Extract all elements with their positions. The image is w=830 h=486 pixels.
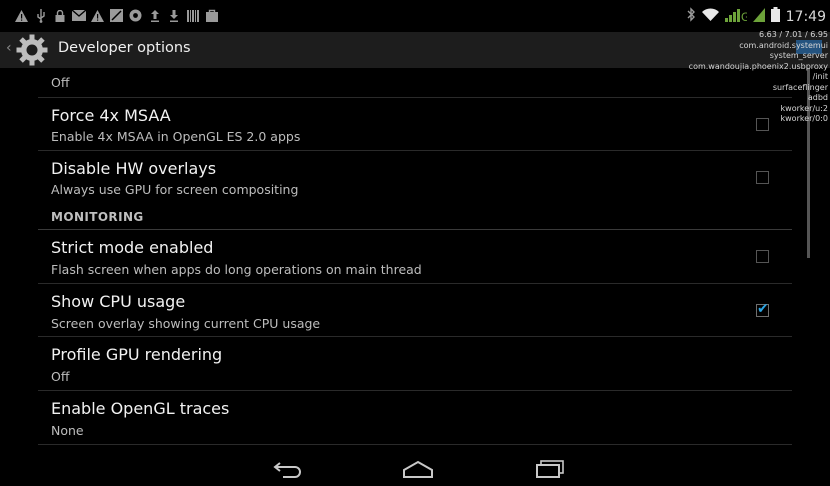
setting-summary: Off	[51, 75, 70, 90]
setting-title: Strict mode enabled	[51, 238, 214, 257]
setting-summary: Always use GPU for screen compositing	[51, 182, 299, 197]
section-header-monitoring: MONITORING	[51, 210, 144, 224]
setting-title: Enable OpenGL traces	[51, 399, 230, 418]
warning-icon	[90, 8, 105, 23]
wifi-icon	[701, 7, 719, 26]
action-bar-title: Developer options	[58, 40, 191, 56]
strict-mode-checkbox[interactable]	[756, 250, 769, 263]
disable-hw-overlays-checkbox[interactable]	[756, 171, 769, 184]
setting-title: Force 4x MSAA	[51, 106, 171, 125]
status-bar: G 17:49	[0, 0, 830, 32]
back-icon[interactable]	[266, 456, 310, 482]
usb-icon	[33, 8, 48, 23]
system-status-icons: G 17:49	[686, 7, 826, 26]
cpu-process: com.android.systemui	[739, 40, 828, 50]
cpu-process: surfaceflinger	[772, 82, 828, 92]
setting-disable-hw-overlays[interactable]: Disable HW overlays Always use GPU for s…	[38, 151, 792, 204]
cpu-process: adbd	[807, 93, 828, 102]
setting-enable-opengl-traces[interactable]: Enable OpenGL traces None	[38, 391, 792, 445]
setting-title: Profile GPU rendering	[51, 345, 223, 364]
recents-icon[interactable]	[528, 456, 572, 482]
upload-icon	[147, 8, 162, 23]
setting-strict-mode[interactable]: Strict mode enabled Flash screen when ap…	[38, 230, 792, 284]
cpu-usage-overlay: 6.63 / 7.01 / 6.95 com.android.systemui …	[678, 30, 828, 125]
download-icon	[166, 8, 181, 23]
setting-show-cpu-usage[interactable]: Show CPU usage Screen overlay showing cu…	[38, 284, 792, 337]
settings-gear-icon[interactable]	[15, 33, 49, 67]
checkmark-icon: ✔	[757, 301, 769, 317]
cpu-load-average: 6.63 / 7.01 / 6.95	[759, 30, 828, 39]
setting-title: Disable HW overlays	[51, 159, 217, 178]
bag-icon	[204, 8, 219, 23]
notification-icons	[14, 8, 219, 23]
setting-summary: Flash screen when apps do long operation…	[51, 262, 422, 277]
setting-profile-gpu-rendering[interactable]: Profile GPU rendering Off	[38, 337, 792, 391]
chrome-icon	[128, 8, 143, 23]
home-icon[interactable]	[396, 456, 440, 482]
clock: 17:49	[785, 8, 826, 25]
navigation-bar	[0, 452, 830, 486]
settings-list[interactable]: Off Force 4x MSAA Enable 4x MSAA in Open…	[0, 68, 830, 452]
cpu-process: /init	[812, 72, 828, 81]
gmail-icon	[71, 8, 86, 23]
cpu-process: kworker/u:2	[780, 103, 828, 113]
svg-text:G: G	[741, 10, 747, 22]
image-icon	[109, 8, 124, 23]
barcode-icon	[185, 8, 200, 23]
cpu-process: kworker/0:0	[780, 114, 829, 123]
setting-title: Show CPU usage	[51, 292, 186, 311]
cpu-process: system_server	[769, 51, 828, 60]
cpu-process: com.wandoujia.phoenix2.usbproxy	[688, 61, 828, 71]
show-cpu-usage-checkbox[interactable]: ✔	[756, 301, 769, 317]
lock-icon	[52, 8, 67, 23]
setting-summary: Off	[51, 369, 70, 384]
signal-icon: G	[724, 7, 750, 26]
setting-summary: Enable 4x MSAA in OpenGL ES 2.0 apps	[51, 129, 301, 144]
signal-icon	[752, 7, 765, 26]
setting-summary: None	[51, 423, 84, 438]
battery-icon	[770, 7, 780, 26]
warning-icon	[14, 8, 29, 23]
up-caret-icon[interactable]: ‹	[6, 40, 12, 56]
bluetooth-icon	[686, 7, 696, 26]
setting-summary: Screen overlay showing current CPU usage	[51, 316, 321, 331]
